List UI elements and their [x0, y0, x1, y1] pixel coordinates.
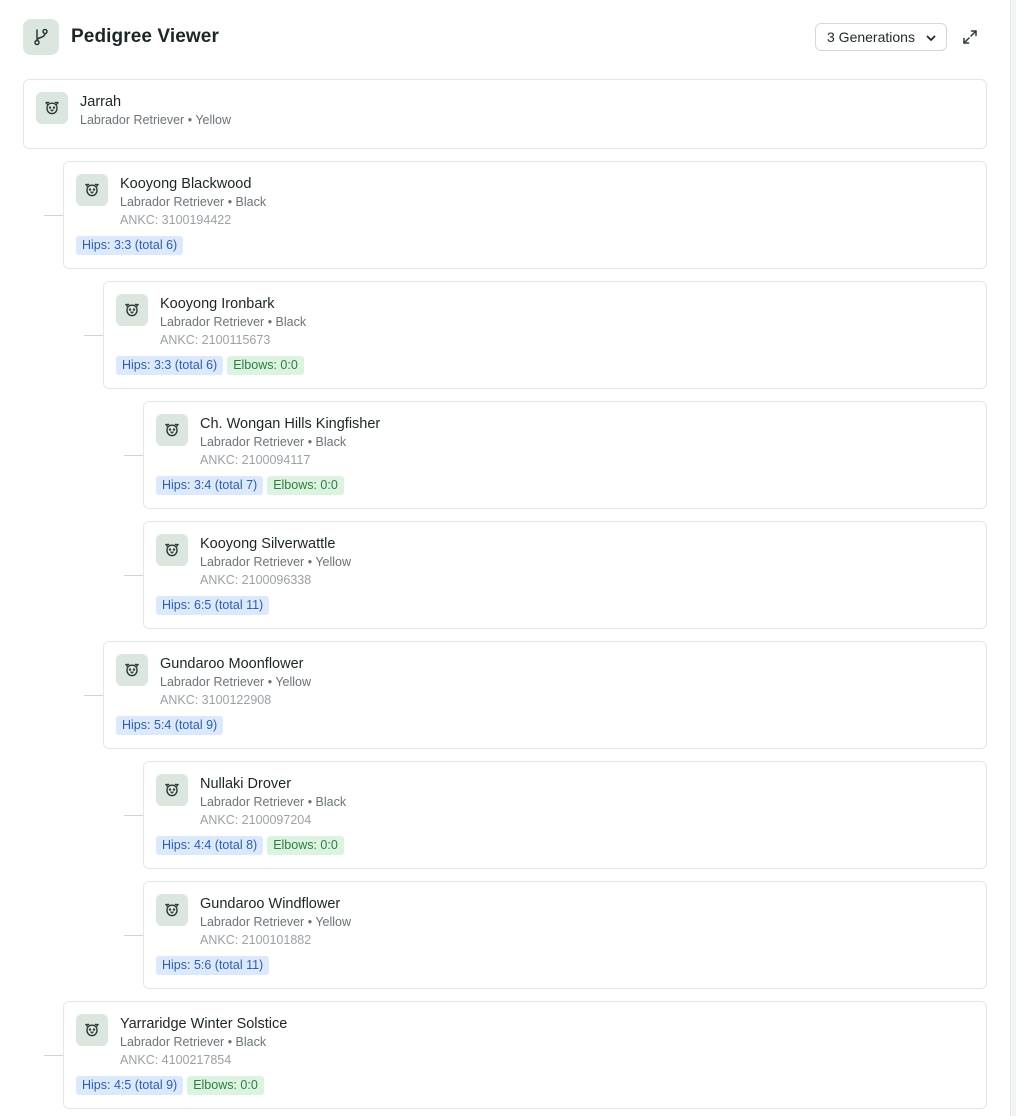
dog-name: Ch. Wongan Hills Kingfisher	[200, 416, 381, 432]
dog-name: Kooyong Silverwattle	[200, 536, 336, 552]
dog-registration: ANKC: 2100101882	[200, 933, 312, 947]
hips-badge: Hips: 5:4 (total 9)	[116, 716, 224, 735]
dog-registration: ANKC: 3100122908	[160, 693, 272, 707]
tree-connector-line	[124, 935, 143, 936]
dog-name: Kooyong Ironbark	[160, 296, 275, 312]
hips-badge: Hips: 3:3 (total 6)	[116, 356, 224, 375]
dog-breed: Labrador Retriever • Yellow	[80, 113, 231, 127]
pedigree-root-card[interactable]: Jarrah Labrador Retriever • Yellow	[23, 79, 987, 149]
dog-icon	[76, 1014, 108, 1046]
dog-icon	[116, 294, 148, 326]
dog-name: Jarrah	[80, 94, 122, 110]
dog-breed: Labrador Retriever • Black	[120, 1035, 267, 1049]
health-badges: Hips: 4:4 (total 8) Elbows: 0:0	[156, 836, 344, 855]
elbows-badge: Elbows: 0:0	[187, 1076, 264, 1095]
pedigree-card[interactable]: Kooyong Silverwattle Labrador Retriever …	[143, 521, 987, 629]
health-badges: Hips: 3:4 (total 7) Elbows: 0:0	[156, 476, 344, 495]
dog-name: Yarraridge Winter Solstice	[120, 1016, 288, 1032]
dog-registration: ANKC: 2100115673	[160, 333, 271, 347]
hips-badge: Hips: 3:3 (total 6)	[76, 236, 184, 255]
dog-registration: ANKC: 2100096338	[200, 573, 312, 587]
hips-badge: Hips: 5:6 (total 11)	[156, 956, 270, 975]
dog-icon	[116, 654, 148, 686]
dog-breed: Labrador Retriever • Black	[160, 315, 307, 329]
health-badges: Hips: 5:4 (total 9)	[116, 716, 224, 735]
pedigree-card[interactable]: Yarraridge Winter Solstice Labrador Retr…	[63, 1001, 987, 1109]
tree-connector-line	[44, 1055, 63, 1056]
chevron-down-icon	[926, 35, 936, 41]
pedigree-card[interactable]: Ch. Wongan Hills Kingfisher Labrador Ret…	[143, 401, 987, 509]
tree-connector-line	[124, 815, 143, 816]
elbows-badge: Elbows: 0:0	[267, 836, 344, 855]
dog-name: Gundaroo Moonflower	[160, 656, 304, 672]
health-badges: Hips: 3:3 (total 6) Elbows: 0:0	[116, 356, 304, 375]
health-badges: Hips: 5:6 (total 11)	[156, 956, 270, 975]
health-badges: Hips: 4:5 (total 9) Elbows: 0:0	[76, 1076, 264, 1095]
elbows-badge: Elbows: 0:0	[227, 356, 304, 375]
tree-connector-line	[124, 455, 143, 456]
hips-badge: Hips: 4:4 (total 8)	[156, 836, 264, 855]
expand-button[interactable]	[960, 27, 980, 47]
dog-breed: Labrador Retriever • Yellow	[200, 915, 351, 929]
dog-icon	[156, 774, 188, 806]
tree-connector-line	[84, 695, 103, 696]
dog-breed: Labrador Retriever • Yellow	[200, 555, 351, 569]
dog-breed: Labrador Retriever • Black	[200, 795, 347, 809]
dog-breed: Labrador Retriever • Black	[120, 195, 267, 209]
pedigree-card[interactable]: Kooyong Blackwood Labrador Retriever • B…	[63, 161, 987, 269]
dog-name: Nullaki Drover	[200, 776, 292, 792]
dog-icon	[156, 534, 188, 566]
dog-breed: Labrador Retriever • Yellow	[160, 675, 311, 689]
tree-connector-line	[124, 575, 143, 576]
header: Pedigree Viewer 3 Generations	[23, 19, 988, 55]
hips-badge: Hips: 3:4 (total 7)	[156, 476, 264, 495]
health-badges: Hips: 6:5 (total 11)	[156, 596, 270, 615]
dog-icon	[156, 414, 188, 446]
generations-select-value: 3 Generations	[827, 29, 915, 45]
elbows-badge: Elbows: 0:0	[267, 476, 344, 495]
dog-registration: ANKC: 4100217854	[120, 1053, 232, 1067]
health-badges: Hips: 3:3 (total 6)	[76, 236, 184, 255]
dog-breed: Labrador Retriever • Black	[200, 435, 347, 449]
page-title: Pedigree Viewer	[71, 26, 219, 47]
pedigree-card[interactable]: Kooyong Ironbark Labrador Retriever • Bl…	[103, 281, 987, 389]
pedigree-card[interactable]: Gundaroo Moonflower Labrador Retriever •…	[103, 641, 987, 749]
dog-icon	[36, 92, 68, 124]
dog-icon	[156, 894, 188, 926]
scrollbar[interactable]	[1010, 0, 1016, 1116]
dog-name: Kooyong Blackwood	[120, 176, 252, 192]
tree-connector-line	[84, 335, 103, 336]
dog-icon	[76, 174, 108, 206]
dog-name: Gundaroo Windflower	[200, 896, 341, 912]
hips-badge: Hips: 4:5 (total 9)	[76, 1076, 184, 1095]
dog-registration: ANKC: 3100194422	[120, 213, 232, 227]
tree-connector-line	[44, 215, 63, 216]
pedigree-card[interactable]: Gundaroo Windflower Labrador Retriever •…	[143, 881, 987, 989]
git-branch-icon	[23, 19, 59, 55]
pedigree-card[interactable]: Nullaki Drover Labrador Retriever • Blac…	[143, 761, 987, 869]
generations-select[interactable]: 3 Generations	[815, 23, 947, 51]
dog-registration: ANKC: 2100097204	[200, 813, 312, 827]
expand-icon	[963, 30, 977, 44]
hips-badge: Hips: 6:5 (total 11)	[156, 596, 270, 615]
dog-registration: ANKC: 2100094117	[200, 453, 311, 467]
